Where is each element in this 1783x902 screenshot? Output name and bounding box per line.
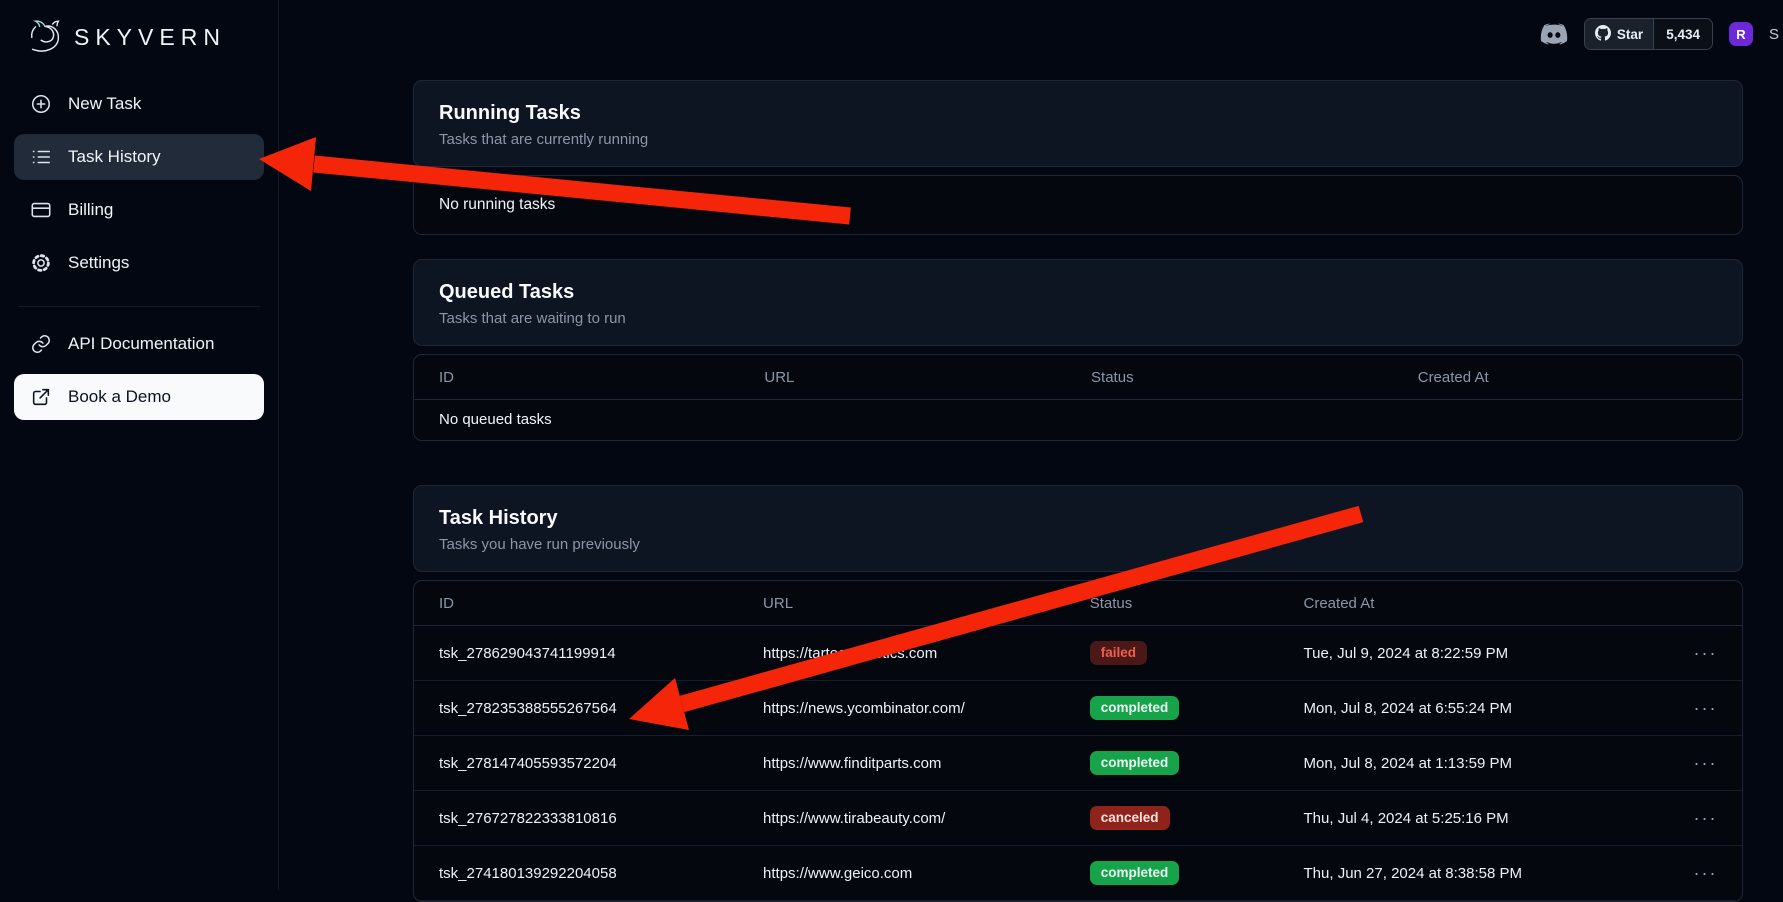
brand-logo[interactable]: SKYVERN [14, 12, 264, 81]
task-status-cell: completed [1065, 846, 1279, 901]
sidebar-item-label: New Task [68, 94, 141, 114]
task-id-cell: tsk_278629043741199914 [414, 626, 738, 681]
task-url-cell: https://www.tirabeauty.com/ [738, 791, 1065, 846]
status-badge: failed [1090, 641, 1147, 665]
github-star-count[interactable]: 5,434 [1653, 19, 1712, 49]
column-header-actions [1669, 581, 1742, 626]
task-url-cell: https://tartecosmetics.com [738, 626, 1065, 681]
queued-tasks-header: Queued Tasks Tasks that are waiting to r… [413, 259, 1743, 346]
avatar[interactable]: R [1729, 22, 1753, 46]
skyvern-logo-icon [24, 14, 66, 61]
task-id-cell: tsk_274180139292204058 [414, 846, 738, 901]
sidebar-item-billing[interactable]: Billing [14, 187, 264, 233]
topbar: Star 5,434 R S [1540, 18, 1779, 50]
gear-icon [30, 252, 52, 274]
sidebar: SKYVERN New Task [0, 0, 279, 890]
running-tasks-empty-message: No running tasks [414, 176, 1742, 234]
task-url-cell: https://www.geico.com [738, 846, 1065, 901]
task-id-cell: tsk_276727822333810816 [414, 791, 738, 846]
github-star-button[interactable]: Star 5,434 [1584, 18, 1713, 50]
sidebar-item-label: API Documentation [68, 334, 214, 354]
task-created-cell: Tue, Jul 9, 2024 at 8:22:59 PM [1279, 626, 1669, 681]
running-tasks-header: Running Tasks Tasks that are currently r… [413, 80, 1743, 167]
section-title: Queued Tasks [439, 281, 1717, 304]
column-header-created-at: Created At [1279, 581, 1669, 626]
sidebar-item-label: Book a Demo [68, 387, 171, 407]
task-created-cell: Thu, Jun 27, 2024 at 8:38:58 PM [1279, 846, 1669, 901]
task-created-cell: Mon, Jul 8, 2024 at 1:13:59 PM [1279, 736, 1669, 791]
credit-card-icon [30, 199, 52, 221]
main-content: Star 5,434 R S Running Tasks Tasks that … [279, 0, 1783, 890]
row-actions-button[interactable]: ··· [1687, 752, 1723, 774]
section-title: Running Tasks [439, 102, 1717, 125]
status-badge: completed [1090, 751, 1180, 775]
status-badge: canceled [1090, 806, 1170, 830]
task-id-cell: tsk_278147405593572204 [414, 736, 738, 791]
status-badge: completed [1090, 696, 1180, 720]
task-actions-cell: ··· [1669, 736, 1742, 791]
column-header-id: ID [414, 355, 739, 400]
list-icon [30, 146, 52, 168]
task-id-cell: tsk_278235388555267564 [414, 681, 738, 736]
column-header-status: Status [1065, 581, 1279, 626]
app-root: SKYVERN New Task [0, 0, 1783, 890]
column-header-created-at: Created At [1393, 355, 1742, 400]
row-actions-button[interactable]: ··· [1687, 642, 1723, 664]
task-status-cell: failed [1065, 626, 1279, 681]
row-actions-button[interactable]: ··· [1687, 862, 1723, 884]
task-url-cell: https://www.finditparts.com [738, 736, 1065, 791]
task-actions-cell: ··· [1669, 626, 1742, 681]
task-actions-cell: ··· [1669, 681, 1742, 736]
discord-icon[interactable] [1540, 20, 1568, 48]
section-title: Task History [439, 507, 1717, 530]
sidebar-divider [18, 306, 260, 307]
queued-tasks-empty-message: No queued tasks [414, 400, 1742, 440]
sidebar-item-settings[interactable]: Settings [14, 240, 264, 286]
task-actions-cell: ··· [1669, 846, 1742, 901]
running-tasks-body: No running tasks [413, 175, 1743, 235]
sidebar-item-book-a-demo[interactable]: Book a Demo [14, 374, 264, 420]
task-url-cell: https://news.ycombinator.com/ [738, 681, 1065, 736]
column-header-id: ID [414, 581, 738, 626]
queued-tasks-table: ID URL Status Created At No queued tasks [413, 354, 1743, 441]
task-status-cell: canceled [1065, 791, 1279, 846]
sidebar-item-label: Settings [68, 253, 129, 273]
brand-name: SKYVERN [74, 24, 226, 51]
task-status-cell: completed [1065, 681, 1279, 736]
github-star-label: Star [1585, 19, 1653, 49]
section-subtitle: Tasks that are currently running [439, 131, 1717, 148]
sidebar-item-task-history[interactable]: Task History [14, 134, 264, 180]
task-status-cell: completed [1065, 736, 1279, 791]
plus-circle-icon [30, 93, 52, 115]
github-icon [1595, 25, 1611, 44]
sidebar-item-label: Task History [68, 147, 161, 167]
sidebar-nav: New Task Task History [14, 81, 264, 286]
sidebar-item-new-task[interactable]: New Task [14, 81, 264, 127]
section-subtitle: Tasks you have run previously [439, 536, 1717, 553]
task-history-section: Task History Tasks you have run previous… [413, 485, 1743, 902]
row-actions-button[interactable]: ··· [1687, 697, 1723, 719]
row-actions-button[interactable]: ··· [1687, 807, 1723, 829]
task-actions-cell: ··· [1669, 791, 1742, 846]
github-star-text: Star [1617, 27, 1643, 42]
column-header-status: Status [1066, 355, 1393, 400]
running-tasks-section: Running Tasks Tasks that are currently r… [413, 80, 1743, 235]
task-history-table: ID URL Status Created At tsk_27862904374… [413, 580, 1743, 902]
task-created-cell: Mon, Jul 8, 2024 at 6:55:24 PM [1279, 681, 1669, 736]
task-created-cell: Thu, Jul 4, 2024 at 5:25:16 PM [1279, 791, 1669, 846]
external-link-icon [30, 386, 52, 408]
queued-tasks-section: Queued Tasks Tasks that are waiting to r… [413, 259, 1743, 441]
link-icon [30, 333, 52, 355]
section-subtitle: Tasks that are waiting to run [439, 310, 1717, 327]
column-header-url: URL [739, 355, 1066, 400]
task-history-header: Task History Tasks you have run previous… [413, 485, 1743, 572]
sidebar-item-api-documentation[interactable]: API Documentation [14, 321, 264, 367]
user-label-partial: S [1769, 26, 1779, 43]
sidebar-item-label: Billing [68, 200, 113, 220]
status-badge: completed [1090, 861, 1180, 885]
column-header-url: URL [738, 581, 1065, 626]
